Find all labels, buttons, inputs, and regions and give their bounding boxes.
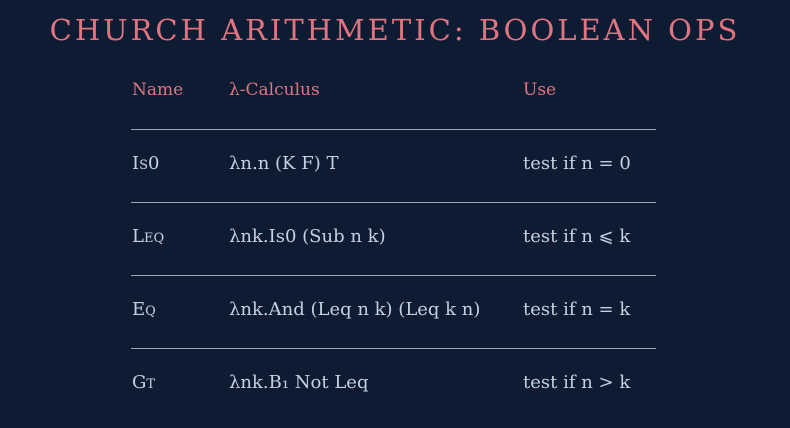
header-use: Use bbox=[523, 80, 557, 100]
header-lambda-calculus: λ-Calculus bbox=[229, 80, 320, 100]
row-use: test if n = 0 bbox=[523, 153, 631, 174]
page-title: CHURCH ARITHMETIC: BOOLEAN OPS bbox=[49, 13, 741, 47]
row-lambda: λnk.And (Leq n k) (Leq k n) bbox=[229, 299, 481, 320]
row-name: Is0 bbox=[132, 153, 160, 174]
boolean-ops-table: Name λ-Calculus Use Is0 λn.n (K F) T tes… bbox=[131, 74, 656, 421]
row-lambda: λnk.B₁ Not Leq bbox=[229, 372, 369, 393]
table-header-row: Name λ-Calculus Use bbox=[131, 74, 656, 130]
header-name: Name bbox=[132, 80, 184, 100]
row-name: Leq bbox=[132, 226, 165, 247]
table-row: Is0 λn.n (K F) T test if n = 0 bbox=[131, 130, 656, 203]
row-use: test if n = k bbox=[523, 299, 631, 320]
row-lambda: λn.n (K F) T bbox=[229, 153, 339, 174]
table-row: Eq λnk.And (Leq n k) (Leq k n) test if n… bbox=[131, 276, 656, 349]
row-use: test if n ⩽ k bbox=[523, 226, 631, 247]
row-use: test if n > k bbox=[523, 372, 631, 393]
table-row: Leq λnk.Is0 (Sub n k) test if n ⩽ k bbox=[131, 203, 656, 276]
table-row: Gt λnk.B₁ Not Leq test if n > k bbox=[131, 349, 656, 421]
row-name: Eq bbox=[132, 299, 156, 320]
row-lambda: λnk.Is0 (Sub n k) bbox=[229, 226, 386, 247]
row-name: Gt bbox=[132, 372, 156, 393]
